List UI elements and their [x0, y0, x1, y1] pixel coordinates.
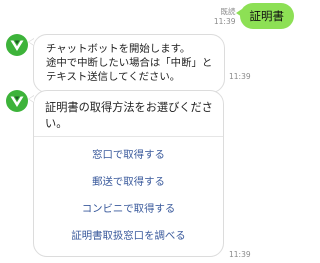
bot-options-bubble: 証明書の取得方法をお選びください。 窓口で取得する 郵送で取得する コンビニで取…: [33, 90, 224, 257]
read-receipt: 既読: [220, 7, 236, 16]
bot-message-bubble: チャットボットを開始します。 途中で中断したい場合は「中断」と テキスト送信して…: [33, 34, 225, 93]
bot-options-timestamp: 11:39: [229, 250, 251, 259]
bot-avatar-icon[interactable]: [6, 34, 28, 56]
outgoing-message-row: 既読 11:39 証明書: [214, 3, 294, 29]
options-question: 証明書の取得方法をお選びください。: [45, 101, 213, 130]
option-mail[interactable]: 郵送で取得する: [34, 175, 223, 202]
option-convenience-store[interactable]: コンビニで取得する: [34, 202, 223, 229]
bot-avatar-icon[interactable]: [6, 90, 28, 112]
outgoing-timestamp: 11:39: [213, 17, 236, 26]
chat-thread: 既読 11:39 証明書 チャットボットを開始します。 途中で中断したい場合は「…: [0, 0, 300, 263]
options-list: 窓口で取得する 郵送で取得する コンビニで取得する 証明書取扱窓口を調べる: [34, 137, 223, 256]
message-line: テキスト送信してください。: [46, 71, 181, 83]
message-line: チャットボットを開始します。: [46, 43, 191, 55]
bot-message-timestamp: 11:39: [229, 72, 251, 81]
option-find-counter[interactable]: 証明書取扱窓口を調べる: [34, 229, 223, 256]
option-counter[interactable]: 窓口で取得する: [34, 148, 223, 175]
bubble-tail-fill: [29, 39, 34, 45]
outgoing-bubble: 証明書: [235, 3, 294, 29]
bubble-tail-fill: [29, 96, 34, 102]
outgoing-meta: 既読 11:39: [214, 7, 236, 27]
message-line: 途中で中断したい場合は「中断」と: [46, 57, 213, 69]
